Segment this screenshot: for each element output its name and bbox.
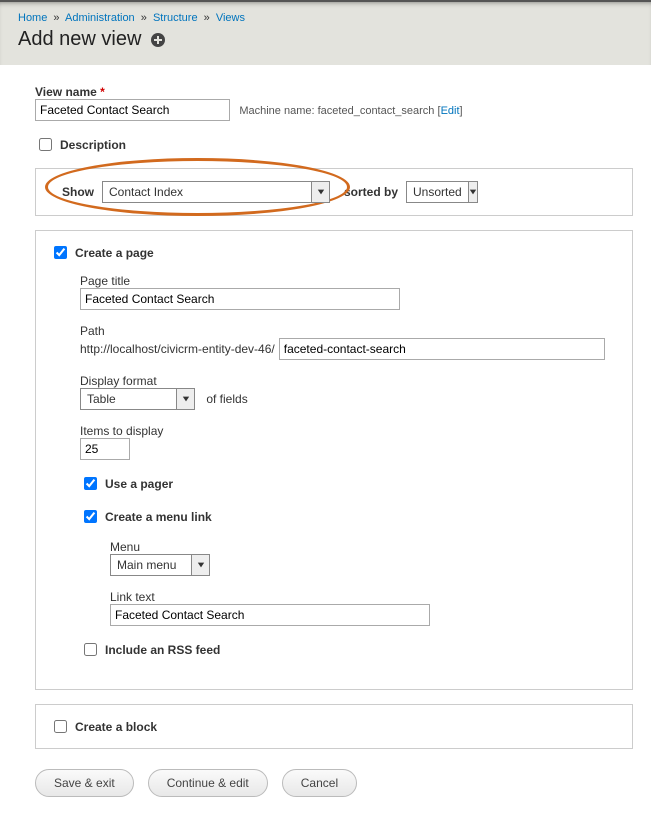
create-menu-link-checkbox[interactable] xyxy=(84,510,97,523)
sorted-by-label: sorted by xyxy=(344,185,398,199)
chevron-down-icon xyxy=(191,555,209,575)
page-title-field-label: Page title xyxy=(80,274,618,288)
header-region: Home » Administration » Structure » View… xyxy=(0,0,651,65)
create-page-label: Create a page xyxy=(75,246,154,260)
show-select[interactable]: Contact Index xyxy=(102,181,330,203)
chevron-down-icon xyxy=(311,182,329,202)
use-pager-checkbox[interactable] xyxy=(84,477,97,490)
view-name-input[interactable] xyxy=(35,99,230,121)
view-name-label: View name * xyxy=(35,85,105,99)
display-format-label: Display format xyxy=(80,374,618,388)
show-label: Show xyxy=(62,185,94,199)
rss-label: Include an RSS feed xyxy=(105,643,220,657)
path-label: Path xyxy=(80,324,618,338)
sorted-by-select[interactable]: Unsorted xyxy=(406,181,478,203)
menu-label: Menu xyxy=(110,540,618,554)
link-text-input[interactable] xyxy=(110,604,430,626)
create-menu-link-label: Create a menu link xyxy=(105,510,212,524)
machine-name: Machine name: faceted_contact_search [Ed… xyxy=(239,105,462,117)
of-fields-label: of fields xyxy=(206,392,247,406)
description-checkbox[interactable] xyxy=(39,138,52,151)
add-icon[interactable] xyxy=(151,33,165,47)
create-block-label: Create a block xyxy=(75,720,157,734)
create-page-checkbox[interactable] xyxy=(54,246,67,259)
link-text-label: Link text xyxy=(110,590,618,604)
page-title: Add new view xyxy=(18,28,633,51)
path-input[interactable] xyxy=(279,338,605,360)
save-button[interactable]: Save & exit xyxy=(35,769,134,797)
menu-select[interactable]: Main menu xyxy=(110,554,210,576)
breadcrumb-home[interactable]: Home xyxy=(18,12,47,24)
chevron-down-icon xyxy=(468,182,477,202)
path-base: http://localhost/civicrm-entity-dev-46/ xyxy=(80,342,275,356)
breadcrumb-structure[interactable]: Structure xyxy=(153,12,198,24)
cancel-button[interactable]: Cancel xyxy=(282,769,357,797)
page-title-input[interactable] xyxy=(80,288,400,310)
description-label: Description xyxy=(60,138,126,152)
breadcrumb-administration[interactable]: Administration xyxy=(65,12,135,24)
items-to-display-label: Items to display xyxy=(80,424,618,438)
display-format-select[interactable]: Table xyxy=(80,388,195,410)
rss-checkbox[interactable] xyxy=(84,643,97,656)
use-pager-label: Use a pager xyxy=(105,477,173,491)
breadcrumb-views[interactable]: Views xyxy=(216,12,245,24)
chevron-down-icon xyxy=(176,389,194,409)
create-block-checkbox[interactable] xyxy=(54,720,67,733)
machine-name-edit-link[interactable]: Edit xyxy=(441,105,460,117)
continue-button[interactable]: Continue & edit xyxy=(148,769,268,797)
breadcrumb: Home » Administration » Structure » View… xyxy=(18,12,633,24)
items-to-display-input[interactable] xyxy=(80,438,130,460)
